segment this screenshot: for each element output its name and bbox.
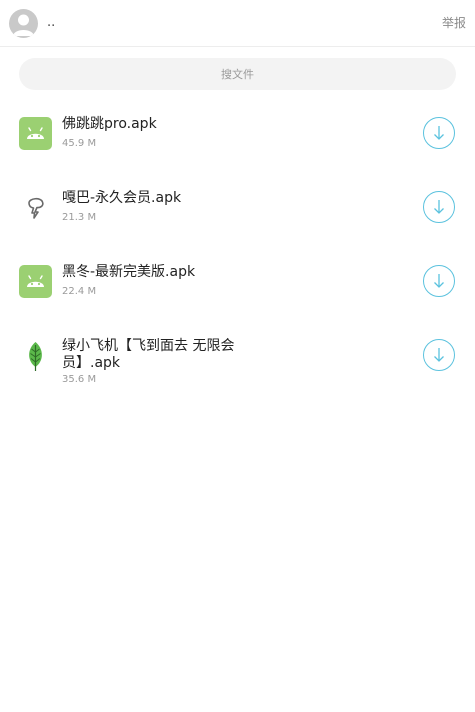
android-icon xyxy=(19,265,52,298)
custom-app-icon xyxy=(19,191,52,224)
file-size: 45.9 M xyxy=(62,138,97,149)
file-item[interactable]: 佛跳跳pro.apk 45.9 M xyxy=(0,100,475,174)
android-icon xyxy=(19,117,52,150)
file-item[interactable]: 嘎巴-永久会员.apk 21.3 M xyxy=(0,174,475,248)
download-button[interactable] xyxy=(423,339,455,371)
arrow-down-icon xyxy=(434,274,444,288)
search-input[interactable] xyxy=(19,57,456,91)
search-bar xyxy=(19,57,456,91)
report-button[interactable]: 举报 xyxy=(442,14,466,32)
top-bar: .. 举报 xyxy=(0,0,475,47)
file-name[interactable]: 嘎巴-永久会员.apk xyxy=(62,190,262,207)
file-list: 佛跳跳pro.apk 45.9 M 嘎巴-永久会员.apk 21.3 M 黑冬-… xyxy=(0,100,475,396)
download-button[interactable] xyxy=(423,191,455,223)
download-button[interactable] xyxy=(423,117,455,149)
arrow-down-icon xyxy=(434,348,444,362)
file-name[interactable]: 黑冬-最新完美版.apk xyxy=(62,264,262,281)
download-button[interactable] xyxy=(423,265,455,297)
leaf-icon xyxy=(19,339,52,372)
file-size: 35.6 M xyxy=(62,374,97,385)
file-size: 22.4 M xyxy=(62,286,97,297)
file-name[interactable]: 佛跳跳pro.apk xyxy=(62,116,262,133)
user-avatar-icon[interactable] xyxy=(9,9,38,38)
file-item[interactable]: 绿小飞机【飞到面去 无限会员】.apk 35.6 M xyxy=(0,322,475,396)
file-size: 21.3 M xyxy=(62,212,97,223)
file-item[interactable]: 黑冬-最新完美版.apk 22.4 M xyxy=(0,248,475,322)
username[interactable]: .. xyxy=(47,15,55,31)
arrow-down-icon xyxy=(434,126,444,140)
file-name[interactable]: 绿小飞机【飞到面去 无限会员】.apk xyxy=(62,338,262,372)
arrow-down-icon xyxy=(434,200,444,214)
